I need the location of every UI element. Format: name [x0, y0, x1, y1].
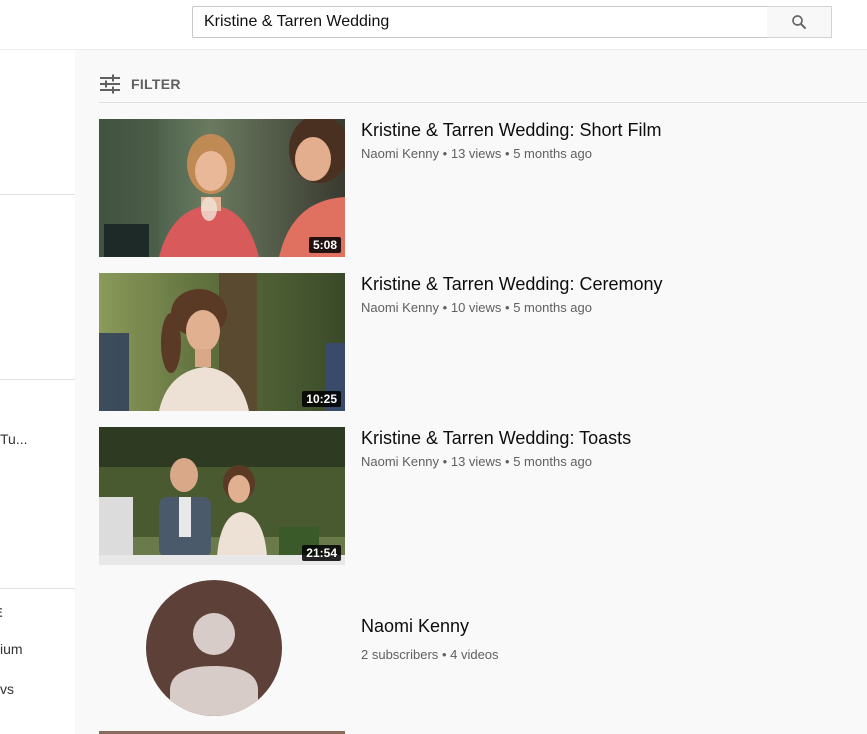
video-duration: 5:08 — [308, 237, 341, 253]
video-result[interactable]: 5:08 Kristine & Tarren Wedding: Short Fi… — [99, 119, 867, 257]
video-title[interactable]: Kristine & Tarren Wedding: Short Film — [361, 120, 661, 141]
channel-result[interactable]: Naomi Kenny 2 subscribers • 4 videos — [99, 580, 867, 720]
video-thumbnail[interactable]: 10:25 — [99, 273, 345, 411]
sidebar-item-subscription[interactable]: Tu... — [0, 431, 28, 447]
video-thumbnail[interactable]: 21:54 — [99, 427, 345, 565]
sidebar-item-premium[interactable]: ium — [0, 641, 23, 657]
subscriber-count: 2 subscribers — [361, 647, 439, 662]
sidebar-section-heading: E — [0, 605, 3, 620]
meta-separator: • — [442, 300, 451, 315]
filter-sliders-icon — [100, 74, 120, 94]
upload-age: 5 months ago — [513, 146, 592, 161]
video-meta: Naomi Kenny • 10 views • 5 months ago — [361, 300, 592, 315]
sidebar-divider — [0, 194, 75, 195]
meta-separator: • — [442, 146, 451, 161]
video-meta: Naomi Kenny • 13 views • 5 months ago — [361, 454, 592, 469]
default-avatar-icon — [170, 613, 258, 716]
meta-separator: • — [505, 146, 514, 161]
meta-separator: • — [442, 454, 451, 469]
video-title[interactable]: Kristine & Tarren Wedding: Ceremony — [361, 274, 662, 295]
channel-link[interactable]: Naomi Kenny — [361, 146, 439, 161]
video-duration: 21:54 — [302, 545, 341, 561]
filter-label: FILTER — [131, 76, 181, 92]
filter-button[interactable]: FILTER — [99, 68, 181, 100]
top-header — [0, 0, 867, 50]
meta-separator: • — [505, 300, 514, 315]
search-input[interactable] — [193, 7, 767, 37]
channel-avatar[interactable] — [146, 580, 282, 716]
upload-age: 5 months ago — [513, 454, 592, 469]
sidebar-divider — [0, 379, 75, 380]
video-title[interactable]: Kristine & Tarren Wedding: Toasts — [361, 428, 631, 449]
view-count: 10 views — [450, 300, 502, 315]
channel-link[interactable]: Naomi Kenny — [361, 300, 439, 315]
meta-separator: • — [505, 454, 514, 469]
channel-meta: 2 subscribers • 4 videos — [361, 647, 499, 662]
video-result[interactable]: 10:25 Kristine & Tarren Wedding: Ceremon… — [99, 273, 867, 411]
video-count: 4 videos — [450, 647, 499, 662]
search-button[interactable] — [767, 6, 832, 38]
meta-separator: • — [441, 647, 451, 662]
channel-link[interactable]: Naomi Kenny — [361, 454, 439, 469]
sidebar-item-more[interactable]: vs — [0, 681, 14, 697]
channel-name[interactable]: Naomi Kenny — [361, 616, 469, 637]
video-result[interactable]: 21:54 Kristine & Tarren Wedding: Toasts … — [99, 427, 867, 565]
filter-divider — [99, 102, 867, 103]
search-icon — [792, 15, 806, 29]
upload-age: 5 months ago — [513, 300, 592, 315]
sidebar-divider — [0, 588, 75, 589]
view-count: 13 views — [450, 146, 502, 161]
video-meta: Naomi Kenny • 13 views • 5 months ago — [361, 146, 592, 161]
search-box[interactable] — [192, 6, 768, 38]
video-thumbnail[interactable]: 5:08 — [99, 119, 345, 257]
left-sidebar: Tu... E ium vs — [0, 50, 75, 734]
video-duration: 10:25 — [302, 391, 341, 407]
view-count: 13 views — [450, 454, 502, 469]
